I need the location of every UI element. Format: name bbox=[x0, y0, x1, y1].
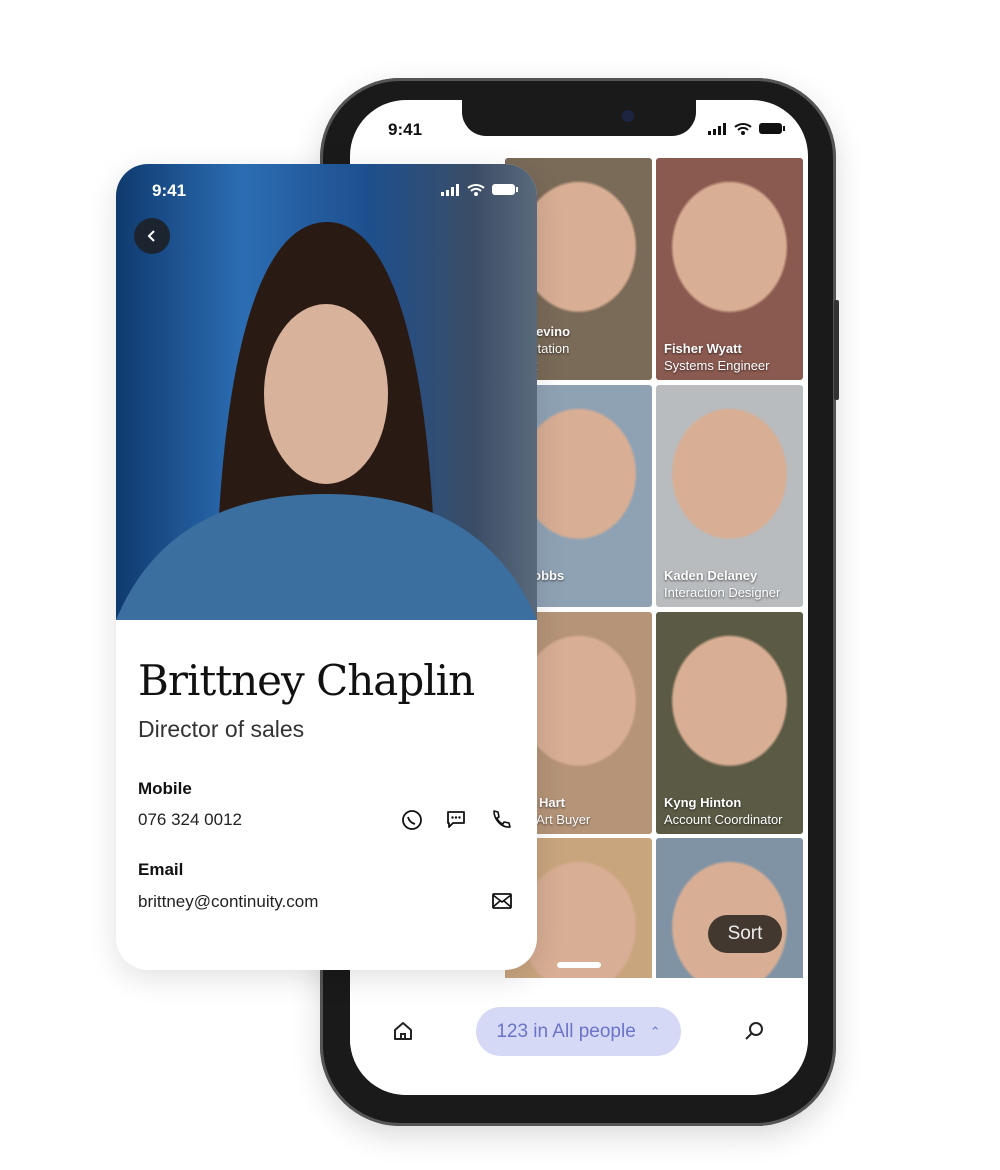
contact-name: Brittney Chaplin bbox=[138, 656, 475, 705]
filter-pill-button[interactable]: 123 in All people ⌃ bbox=[476, 1007, 681, 1056]
person-label: Kyng Hinton Account Coordinator bbox=[664, 794, 783, 828]
wifi-icon bbox=[467, 184, 485, 196]
profile-photo: 9:41 bbox=[116, 164, 537, 620]
status-icons bbox=[708, 122, 786, 135]
whatsapp-icon[interactable] bbox=[400, 808, 424, 832]
phone-icon[interactable] bbox=[489, 808, 513, 832]
person-label: Kaden Delaney Interaction Designer bbox=[664, 567, 780, 601]
person-name: Kaden Delaney bbox=[664, 568, 758, 583]
search-icon[interactable] bbox=[743, 1020, 765, 1042]
phone-side-button bbox=[834, 300, 839, 400]
card-status-time: 9:41 bbox=[152, 181, 187, 200]
sort-button[interactable]: Sort bbox=[708, 915, 782, 953]
person-name: Kyng Hinton bbox=[664, 795, 742, 810]
person-tile[interactable]: Fisher Wyatt Systems Engineer bbox=[656, 158, 803, 380]
notch bbox=[462, 100, 696, 136]
email-label: Email bbox=[138, 860, 184, 879]
signal-icon bbox=[441, 184, 459, 196]
filter-pill-label: 123 in All people bbox=[496, 1020, 636, 1042]
message-icon[interactable] bbox=[444, 807, 468, 831]
home-indicator bbox=[557, 962, 601, 968]
status-time: 9:41 bbox=[388, 120, 423, 139]
portrait-illustration bbox=[116, 221, 537, 620]
chevron-left-icon bbox=[147, 230, 155, 242]
mail-icon[interactable] bbox=[490, 889, 514, 913]
person-name: Fisher Wyatt bbox=[664, 341, 742, 356]
battery-icon bbox=[759, 123, 785, 134]
mobile-value[interactable]: 076 324 0012 bbox=[138, 810, 242, 830]
back-button[interactable] bbox=[134, 218, 170, 254]
person-role: Systems Engineer bbox=[664, 358, 770, 373]
person-label: Fisher Wyatt Systems Engineer bbox=[664, 340, 770, 374]
contact-card: 9:41 Brittney Chaplin Director of sales … bbox=[116, 164, 537, 970]
signal-icon bbox=[708, 123, 726, 135]
battery-icon bbox=[492, 184, 518, 195]
camera bbox=[622, 110, 634, 122]
person-tile[interactable]: Kaden Delaney Interaction Designer bbox=[656, 385, 803, 607]
person-role: Account Coordinator bbox=[664, 812, 783, 827]
bottom-bar: 123 in All people ⌃ bbox=[350, 978, 808, 1095]
wifi-icon bbox=[734, 123, 752, 135]
sort-label: Sort bbox=[727, 923, 763, 944]
mobile-label: Mobile bbox=[138, 779, 192, 798]
person-tile[interactable]: Kyng Hinton Account Coordinator bbox=[656, 612, 803, 834]
home-icon[interactable] bbox=[392, 1020, 414, 1042]
email-value[interactable]: brittney@continuity.com bbox=[138, 892, 318, 912]
person-role: Interaction Designer bbox=[664, 585, 781, 600]
contact-title: Director of sales bbox=[138, 716, 305, 742]
chevron-up-icon: ⌃ bbox=[649, 1023, 661, 1039]
card-status-icons bbox=[441, 183, 519, 196]
